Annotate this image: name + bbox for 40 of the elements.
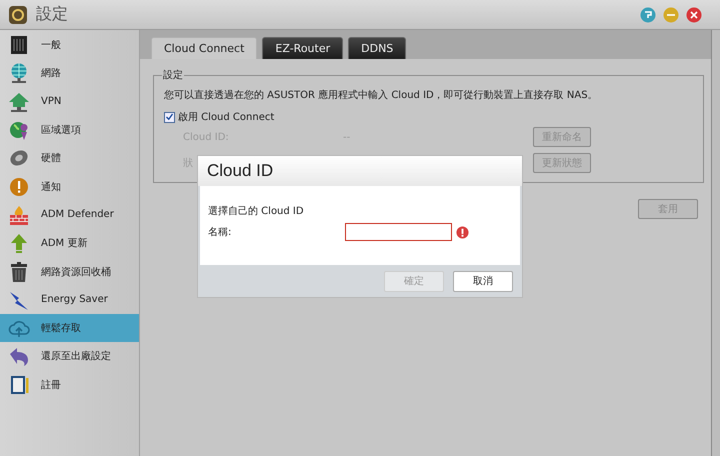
sidebar-item[interactable]: VPN bbox=[0, 88, 139, 116]
tab[interactable]: EZ-Router bbox=[262, 37, 344, 59]
alert-icon bbox=[8, 176, 30, 198]
sidebar-item[interactable]: 還原至出廠設定 bbox=[0, 342, 139, 371]
prompt-text: 選擇自己的 Cloud ID bbox=[208, 205, 305, 218]
dialog-title: Cloud ID bbox=[198, 156, 522, 186]
firewall-icon bbox=[8, 204, 30, 226]
dialog-button[interactable]: 取消 bbox=[453, 270, 513, 292]
tab[interactable]: DDNS bbox=[348, 37, 406, 59]
sidebar-item[interactable]: Energy Saver bbox=[0, 286, 139, 314]
up-arrow-icon bbox=[8, 232, 30, 254]
sidebar-item[interactable]: 硬體 bbox=[0, 144, 139, 172]
server-icon bbox=[8, 34, 30, 56]
notepad-icon bbox=[8, 374, 30, 396]
sidebar-item[interactable]: 網路 bbox=[0, 59, 139, 88]
sidebar-item[interactable]: 通知 bbox=[0, 172, 139, 201]
help-icon[interactable] bbox=[640, 6, 656, 22]
close-icon[interactable] bbox=[686, 6, 702, 22]
sidebar-item[interactable]: 註冊 bbox=[0, 370, 139, 399]
sidebar-item[interactable]: 輕鬆存取 bbox=[0, 314, 139, 342]
sidebar-item[interactable]: ADM 更新 bbox=[0, 229, 139, 258]
sidebar-item[interactable]: 網路資源回收桶 bbox=[0, 257, 139, 286]
name-input-field[interactable] bbox=[345, 223, 452, 241]
sidebar-item[interactable]: ADM Defender bbox=[0, 200, 139, 230]
tab[interactable]: Cloud Connect bbox=[151, 37, 258, 59]
field-value: -- bbox=[343, 132, 352, 142]
checkbox-label: 啟用 Cloud Connect bbox=[178, 111, 274, 124]
sidebar-item[interactable]: 一般 bbox=[0, 31, 139, 60]
description-text: 您可以直接透過在您的 ASUSTOR 應用程式中輸入 Cloud ID，即可從行動裝置上直接存取 NAS。 bbox=[164, 88, 599, 102]
checkbox[interactable] bbox=[164, 112, 175, 122]
undo-arrow-icon bbox=[8, 345, 30, 368]
house-icon bbox=[8, 90, 30, 113]
field-label: 名稱: bbox=[208, 226, 232, 239]
globe-pin-icon bbox=[8, 119, 30, 142]
error-icon bbox=[456, 226, 469, 238]
trash-icon bbox=[8, 260, 30, 283]
sidebar-item[interactable]: 區域選項 bbox=[0, 116, 139, 144]
group-legend: 設定 bbox=[162, 68, 184, 82]
app-icon bbox=[8, 4, 28, 24]
window-title: 設定 bbox=[36, 4, 68, 25]
